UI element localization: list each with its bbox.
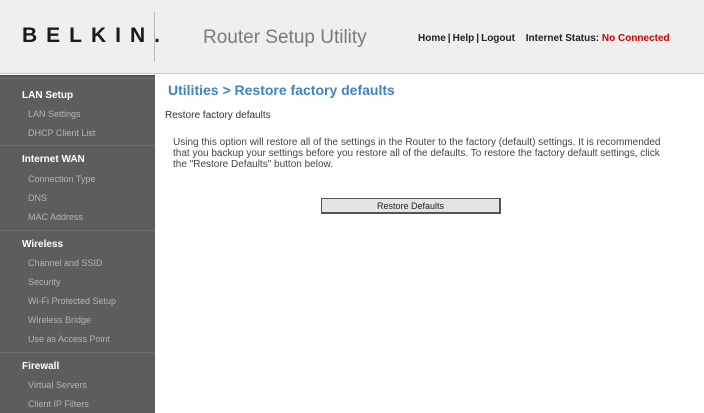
top-links: Home | Help | Logout Internet Status: No Con… bbox=[418, 33, 670, 44]
nav-item-connection-type[interactable]: Connection Type bbox=[28, 174, 95, 184]
help-link[interactable]: Help bbox=[453, 33, 475, 44]
nav-section-wireless: Wireless bbox=[22, 239, 64, 250]
nav-section-lan-setup: LAN Setup bbox=[22, 90, 74, 101]
nav-item-wifi-protected-setup[interactable]: Wi-Fi Protected Setup bbox=[28, 296, 116, 306]
internet-status-value: No Connected bbox=[601, 33, 670, 44]
nav-divider bbox=[0, 78, 155, 79]
link-separator: | bbox=[476, 33, 480, 44]
link-separator: | bbox=[447, 33, 451, 44]
page-title: Utilities > Restore factory defaults bbox=[168, 82, 395, 98]
logout-link[interactable]: Logout bbox=[481, 33, 515, 44]
nav-section-firewall: Firewall bbox=[22, 361, 60, 372]
nav-item-virtual-servers[interactable]: Virtual Servers bbox=[28, 380, 87, 390]
section-subheading: Restore factory defaults bbox=[165, 110, 271, 121]
nav-item-wireless-bridge[interactable]: Wireless Bridge bbox=[28, 315, 91, 325]
nav-item-security[interactable]: Security bbox=[28, 277, 61, 287]
sidebar-nav: LAN Setup LAN Settings DHCP Client List … bbox=[0, 75, 155, 413]
header-divider bbox=[154, 12, 155, 62]
nav-section-internet-wan: Internet WAN bbox=[22, 154, 85, 165]
nav-item-lan-settings[interactable]: LAN Settings bbox=[28, 109, 81, 119]
restore-defaults-button[interactable]: Restore Defaults bbox=[321, 198, 501, 214]
home-link[interactable]: Home bbox=[418, 33, 446, 44]
nav-divider bbox=[0, 352, 155, 353]
belkin-logo: BELKIN. bbox=[22, 24, 169, 47]
app-title: Router Setup Utility bbox=[203, 27, 367, 48]
nav-item-mac-address[interactable]: MAC Address bbox=[28, 212, 83, 222]
internet-status-label: Internet Status: bbox=[525, 33, 600, 44]
nav-item-channel-and-ssid[interactable]: Channel and SSID bbox=[28, 258, 103, 268]
nav-item-dhcp-client-list[interactable]: DHCP Client List bbox=[28, 128, 95, 138]
nav-item-use-as-access-point[interactable]: Use as Access Point bbox=[28, 334, 110, 344]
main-content: Utilities > Restore factory defaults Res… bbox=[155, 75, 704, 413]
nav-item-dns[interactable]: DNS bbox=[28, 193, 47, 203]
restore-description: Using this option will restore all of th… bbox=[173, 137, 661, 170]
nav-divider bbox=[0, 230, 155, 231]
nav-divider bbox=[0, 145, 155, 146]
header: BELKIN. Router Setup Utility Home | Help | L… bbox=[0, 0, 704, 74]
nav-item-client-ip-filters[interactable]: Client IP Filters bbox=[28, 399, 89, 409]
